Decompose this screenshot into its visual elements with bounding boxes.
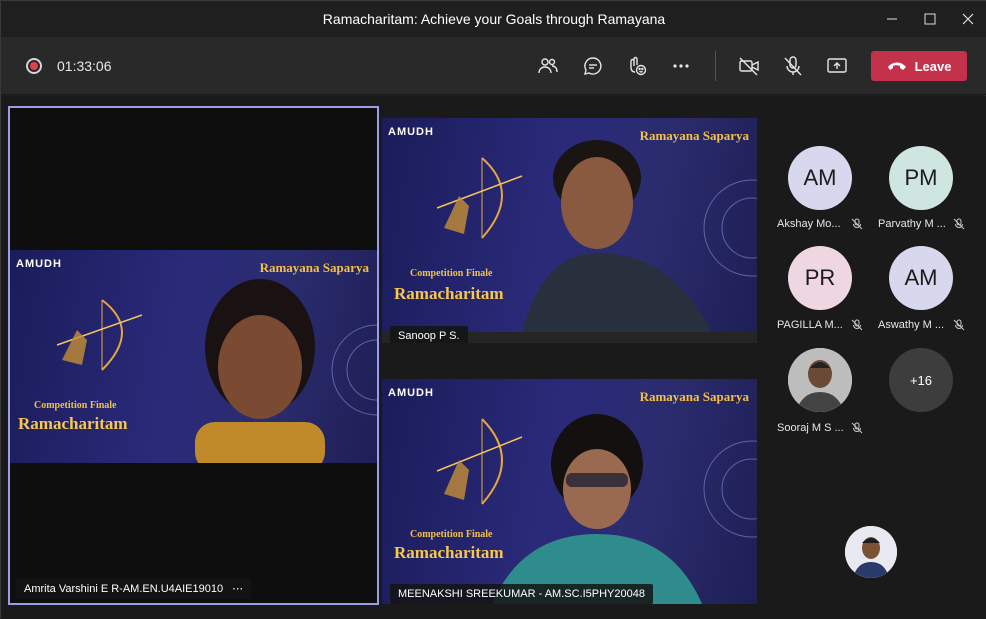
window-title: Ramacharitam: Achieve your Goals through… — [322, 11, 666, 27]
reactions-icon — [630, 56, 647, 76]
self-preview-avatar[interactable] — [845, 526, 897, 578]
video-feed: AMUDH Ramayana Saparya Competition Final… — [10, 250, 377, 463]
meeting-timer: 01:33:06 — [57, 58, 112, 74]
participant-video — [492, 414, 702, 604]
participant-name: Sanoop P S. — [398, 330, 460, 342]
participant-name-sooraj: Sooraj M S ... — [777, 422, 844, 434]
mic-muted-icon — [953, 218, 965, 230]
camera-toggle-button[interactable] — [736, 53, 762, 79]
event-title: Ramacharitam — [394, 543, 504, 562]
mic-muted-icon — [851, 218, 863, 230]
teams-meeting-window: Ramacharitam: Achieve your Goals through… — [0, 0, 986, 619]
reactions-button[interactable] — [624, 53, 650, 79]
event-banner: Ramayana Saparya — [639, 389, 749, 404]
mic-off-icon — [784, 56, 802, 76]
chat-icon — [584, 57, 602, 75]
participant-name-tag: Sanoop P S. — [390, 326, 468, 343]
mic-muted-icon — [851, 319, 863, 331]
more-icon — [673, 64, 689, 68]
brand-logo: AMUDH — [388, 126, 434, 138]
minimize-button[interactable] — [875, 1, 909, 37]
mandala-decoration — [703, 179, 757, 277]
participant-name: Amrita Varshini E R-AM.EN.U4AIE19010 — [24, 583, 224, 595]
event-title: Ramacharitam — [394, 284, 504, 303]
minimize-icon — [887, 18, 897, 20]
people-icon — [538, 58, 558, 74]
more-options-icon[interactable]: ⋯ — [232, 583, 243, 595]
toolbar-divider — [715, 51, 716, 81]
meeting-stage: AMUDH Ramayana Saparya Competition Final… — [1, 96, 986, 619]
chat-button[interactable] — [580, 53, 606, 79]
participant-name-tag: Amrita Varshini E R-AM.EN.U4AIE19010 ⋯ — [16, 578, 252, 599]
mic-muted-icon — [953, 319, 965, 331]
brand-logo: AMUDH — [16, 258, 62, 270]
participant-avatar-akshay[interactable]: AM — [788, 146, 852, 210]
mandala-decoration — [331, 324, 377, 416]
title-bar: Ramacharitam: Achieve your Goals through… — [1, 1, 986, 37]
video-feed: AMUDH Ramayana Saparya Competition Final… — [382, 118, 757, 332]
video-feed: AMUDH Ramayana Saparya Competition Final… — [382, 379, 757, 604]
mic-toggle-button[interactable] — [780, 53, 806, 79]
participant-name-aswathy: Aswathy M ... — [878, 319, 945, 331]
rama-bow-illustration — [56, 299, 143, 371]
maximize-button[interactable] — [913, 1, 947, 37]
participant-avatar-sooraj[interactable] — [788, 348, 852, 412]
participant-avatar-parvathy[interactable]: PM — [889, 146, 953, 210]
participant-name-tag: MEENAKSHI SREEKUMAR - AM.SC.I5PHY20048 — [390, 584, 653, 604]
rama-bow-illustration — [436, 157, 523, 239]
participant-name-parvathy: Parvathy M ... — [878, 218, 946, 230]
camera-off-icon — [739, 57, 759, 76]
video-tile-sanoop[interactable]: AMUDH Ramayana Saparya Competition Final… — [382, 118, 757, 343]
video-tile-amrita[interactable]: AMUDH Ramayana Saparya Competition Final… — [8, 106, 379, 605]
mic-muted-icon — [851, 422, 863, 434]
recording-indicator-icon — [26, 58, 42, 74]
participant-avatar-pagilla[interactable]: PR — [788, 246, 852, 310]
close-icon — [962, 13, 974, 25]
event-title: Ramacharitam — [18, 414, 128, 433]
close-button[interactable] — [951, 1, 985, 37]
self-photo — [845, 526, 897, 578]
hang-up-icon — [887, 62, 906, 70]
maximize-icon — [924, 13, 936, 25]
mandala-decoration — [703, 440, 757, 538]
finale-label: Competition Finale — [410, 268, 493, 279]
brand-logo: AMUDH — [388, 387, 434, 399]
leave-label: Leave — [914, 58, 952, 74]
participant-video — [195, 279, 325, 463]
profile-photo — [788, 348, 852, 412]
participants-button[interactable] — [535, 53, 561, 79]
share-screen-button[interactable] — [824, 53, 850, 79]
share-screen-icon — [827, 58, 847, 73]
video-tile-meenakshi[interactable]: AMUDH Ramayana Saparya Competition Final… — [382, 379, 757, 604]
finale-label: Competition Finale — [34, 400, 117, 411]
participant-avatar-aswathy[interactable]: AM — [889, 246, 953, 310]
more-actions-button[interactable] — [668, 53, 694, 79]
participant-name: MEENAKSHI SREEKUMAR - AM.SC.I5PHY20048 — [398, 588, 645, 600]
participant-name-akshay: Akshay Mo... — [777, 218, 841, 230]
meeting-toolbar: 01:33:06 Leave — [1, 37, 986, 95]
finale-label: Competition Finale — [410, 529, 493, 540]
participant-name-pagilla: PAGILLA M... — [777, 319, 843, 331]
more-participants-button[interactable]: +16 — [889, 348, 953, 412]
leave-button[interactable]: Leave — [871, 51, 967, 81]
